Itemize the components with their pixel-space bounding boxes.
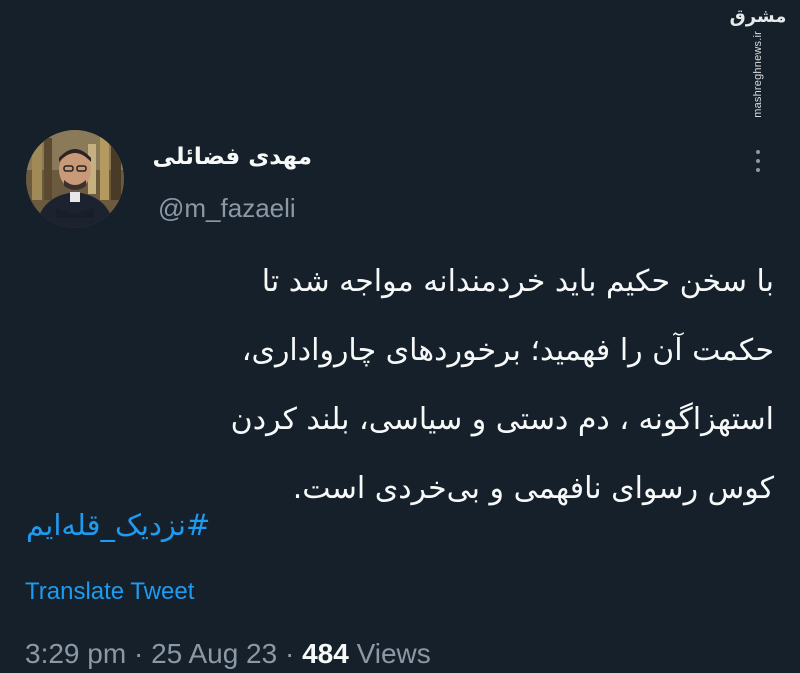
hashtag-link[interactable]: #نزدیک_قله‌ایم [26,508,210,542]
more-dot [756,150,760,154]
avatar[interactable] [26,130,124,228]
views-label: Views [356,638,431,669]
more-options-icon[interactable] [748,146,768,176]
author-name[interactable]: مهدی فضائلی [153,144,312,170]
tweet-meta: 3:29 pm · 25 Aug 23 · 484 Views [25,638,431,670]
author-handle[interactable]: @m_fazaeli [158,193,296,224]
watermark-logo: مشرق [729,6,787,27]
meta-separator: · [133,638,144,669]
tweet-line: حکمت آن را فهمید؛ برخوردهای چارواداری، [241,333,774,368]
tweet-time[interactable]: 3:29 pm [25,638,126,669]
watermark: مشرق mashreghnews.ir [730,6,787,126]
watermark-url: mashreghnews.ir [752,31,764,118]
views-count: 484 [302,638,349,669]
tweet-date[interactable]: 25 Aug 23 [151,638,277,669]
tweet-line: استهزاگونه ، دم دستی و سیاسی، بلند کردن [230,402,774,437]
more-dot [756,159,760,163]
avatar-photo [26,130,124,228]
tweet-text: با سخن حکیم باید خردمندانه مواجه شد تا ح… [14,247,774,523]
translate-tweet-link[interactable]: Translate Tweet [25,578,194,606]
more-dot [756,168,760,172]
meta-separator: · [284,638,295,669]
tweet-line: با سخن حکیم باید خردمندانه مواجه شد تا [261,264,774,299]
